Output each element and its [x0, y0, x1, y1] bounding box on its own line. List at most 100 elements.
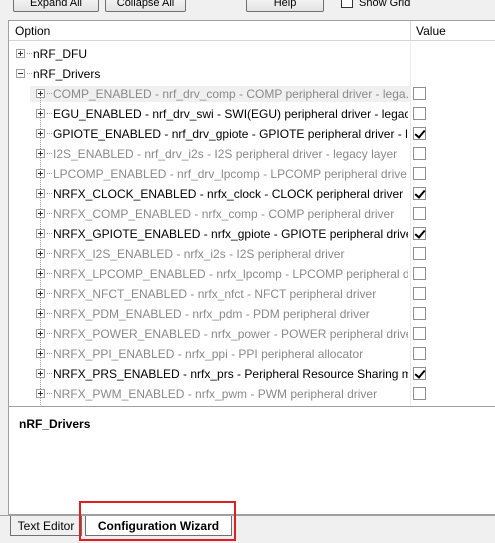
- expand-icon[interactable]: [36, 389, 45, 398]
- tree-connector: [47, 273, 52, 274]
- value-checkbox[interactable]: [413, 147, 426, 160]
- tree-item-label: NRFX_PDM_ENABLED - nrfx_pdm - PDM periph…: [53, 307, 370, 321]
- tree-connector: [27, 53, 32, 54]
- tab-text-editor-label: Text Editor: [17, 519, 75, 533]
- tree-item-row[interactable]: NRFX_GPIOTE_ENABLED - nrfx_gpiote - GPIO…: [9, 224, 495, 244]
- value-checkbox[interactable]: [413, 87, 426, 100]
- tree-item-label: NRFX_PPI_ENABLED - nrfx_ppi - PPI periph…: [53, 347, 364, 361]
- tree-connector: [47, 173, 52, 174]
- value-checkbox[interactable]: [413, 247, 426, 260]
- tree-item-label: NRFX_NFCT_ENABLED - nrfx_nfct - NFCT per…: [53, 287, 377, 301]
- tree-connector: [47, 113, 52, 114]
- tree-item-row[interactable]: I2S_ENABLED - nrf_drv_i2s - I2S peripher…: [9, 144, 495, 164]
- expand-icon[interactable]: [16, 49, 25, 58]
- checked-checkbox[interactable]: [413, 127, 426, 140]
- value-checkbox[interactable]: [413, 267, 426, 280]
- tree-item-row[interactable]: LPCOMP_ENABLED - nrf_drv_lpcomp - LPCOMP…: [9, 164, 495, 184]
- tree-item-row[interactable]: NRFX_NFCT_ENABLED - nrfx_nfct - NFCT per…: [9, 284, 495, 304]
- expand-icon[interactable]: [36, 149, 45, 158]
- value-checkbox[interactable]: [413, 327, 426, 340]
- expand-icon[interactable]: [36, 349, 45, 358]
- expand-icon[interactable]: [36, 109, 45, 118]
- tree-connector: [47, 93, 52, 94]
- tree-connector: [27, 73, 32, 74]
- tree-item-row[interactable]: EGU_ENABLED - nrf_drv_swi - SWI(EGU) per…: [9, 104, 495, 124]
- expand-icon[interactable]: [36, 189, 45, 198]
- tree-connector: [47, 293, 52, 294]
- tree-item-row[interactable]: NRFX_CLOCK_ENABLED - nrfx_clock - CLOCK …: [9, 184, 495, 204]
- tree-group-label: nRF_Drivers: [33, 67, 101, 81]
- checked-checkbox[interactable]: [413, 187, 426, 200]
- collapse-all-button[interactable]: Collapse All: [105, 0, 186, 12]
- expand-icon[interactable]: [36, 129, 45, 138]
- expand-icon[interactable]: [36, 369, 45, 378]
- tree-item-label: COMP_ENABLED - nrf_drv_comp - COMP perip…: [53, 87, 408, 101]
- help-label: Help: [273, 0, 297, 9]
- column-header: Option Value: [9, 21, 495, 41]
- help-button[interactable]: Help: [246, 0, 324, 12]
- description-title: nRF_Drivers: [19, 417, 91, 431]
- tree-item-row[interactable]: NRFX_PRS_ENABLED - nrfx_prs - Peripheral…: [9, 364, 495, 384]
- option-column-header[interactable]: Option: [9, 21, 50, 41]
- collapse-icon[interactable]: [16, 69, 25, 78]
- tree-connector: [47, 233, 52, 234]
- tree-item-row[interactable]: NRFX_PDM_ENABLED - nrfx_pdm - PDM periph…: [9, 304, 495, 324]
- checked-checkbox[interactable]: [413, 227, 426, 240]
- value-checkbox[interactable]: [413, 307, 426, 320]
- tree-item-row[interactable]: NRFX_PPI_ENABLED - nrfx_ppi - PPI periph…: [9, 344, 495, 364]
- value-checkbox[interactable]: [413, 287, 426, 300]
- tree-item-row[interactable]: NRFX_I2S_ENABLED - nrfx_i2s - I2S periph…: [9, 244, 495, 264]
- tree-item-label: NRFX_CLOCK_ENABLED - nrfx_clock - CLOCK …: [53, 187, 404, 201]
- tree-connector: [47, 333, 52, 334]
- tree-connector: [47, 253, 52, 254]
- description-pane: nRF_Drivers: [9, 406, 495, 514]
- tree-item-label: I2S_ENABLED - nrf_drv_i2s - I2S peripher…: [53, 147, 398, 161]
- tree-item-label: NRFX_LPCOMP_ENABLED - nrfx_lpcomp - LPCO…: [53, 267, 408, 281]
- show-grid-checkbox[interactable]: [341, 0, 353, 8]
- expand-icon[interactable]: [36, 309, 45, 318]
- toolbar: Expand All Collapse All Help Show Grid: [0, 0, 495, 14]
- tree-item-label: NRFX_PWM_ENABLED - nrfx_pwm - PWM periph…: [53, 387, 378, 401]
- tree-item-row[interactable]: NRFX_POWER_ENABLED - nrfx_power - POWER …: [9, 324, 495, 344]
- expand-icon[interactable]: [36, 229, 45, 238]
- tree-group-row[interactable]: nRF_DFU: [9, 44, 495, 64]
- tree-item-row[interactable]: COMP_ENABLED - nrf_drv_comp - COMP perip…: [9, 84, 495, 104]
- expand-icon[interactable]: [36, 209, 45, 218]
- tree-item-label: NRFX_COMP_ENABLED - nrfx_comp - COMP per…: [53, 207, 395, 221]
- value-checkbox[interactable]: [413, 387, 426, 400]
- options-tree: nRF_DFU nRF_Drivers COMP_ENABLED - nrf_drv…: [9, 42, 495, 407]
- tree-connector: [47, 133, 52, 134]
- tree-item-row[interactable]: NRFX_COMP_ENABLED - nrfx_comp - COMP per…: [9, 204, 495, 224]
- tree-item-row[interactable]: GPIOTE_ENABLED - nrf_drv_gpiote - GPIOTE…: [9, 124, 495, 144]
- tab-text-editor[interactable]: Text Editor: [10, 516, 82, 536]
- value-checkbox[interactable]: [413, 167, 426, 180]
- expand-all-label: Expand All: [30, 0, 82, 9]
- show-grid-label: Show Grid: [359, 0, 411, 9]
- tree-group-row[interactable]: nRF_Drivers: [9, 64, 495, 84]
- checked-checkbox[interactable]: [413, 367, 426, 380]
- expand-icon[interactable]: [36, 289, 45, 298]
- tree-item-label: EGU_ENABLED - nrf_drv_swi - SWI(EGU) per…: [53, 107, 408, 121]
- tree-connector: [47, 153, 52, 154]
- value-column-header[interactable]: Value: [410, 21, 446, 41]
- expand-icon[interactable]: [36, 89, 45, 98]
- expand-icon[interactable]: [36, 269, 45, 278]
- expand-icon[interactable]: [36, 169, 45, 178]
- tree-item-label: GPIOTE_ENABLED - nrf_drv_gpiote - GPIOTE…: [53, 127, 408, 141]
- expand-all-button[interactable]: Expand All: [13, 0, 99, 12]
- editor-tab-bar: Text Editor Configuration Wizard: [0, 515, 495, 543]
- tree-item-label: NRFX_I2S_ENABLED - nrfx_i2s - I2S periph…: [53, 247, 345, 261]
- tree-item-row[interactable]: NRFX_LPCOMP_ENABLED - nrfx_lpcomp - LPCO…: [9, 264, 495, 284]
- value-checkbox[interactable]: [413, 347, 426, 360]
- config-panel: Option Value nRF_DFU nRF_Drivers COMP_ENAB…: [8, 20, 495, 515]
- tree-connector: [47, 213, 52, 214]
- tree-connector: [47, 373, 52, 374]
- tree-item-row[interactable]: NRFX_PWM_ENABLED - nrfx_pwm - PWM periph…: [9, 384, 495, 404]
- tree-item-label: NRFX_GPIOTE_ENABLED - nrfx_gpiote - GPIO…: [53, 227, 408, 241]
- tree-item-label: NRFX_PRS_ENABLED - nrfx_prs - Peripheral…: [53, 367, 408, 381]
- value-checkbox[interactable]: [413, 207, 426, 220]
- expand-icon[interactable]: [36, 249, 45, 258]
- expand-icon[interactable]: [36, 329, 45, 338]
- tree-connector: [47, 353, 52, 354]
- value-checkbox[interactable]: [413, 107, 426, 120]
